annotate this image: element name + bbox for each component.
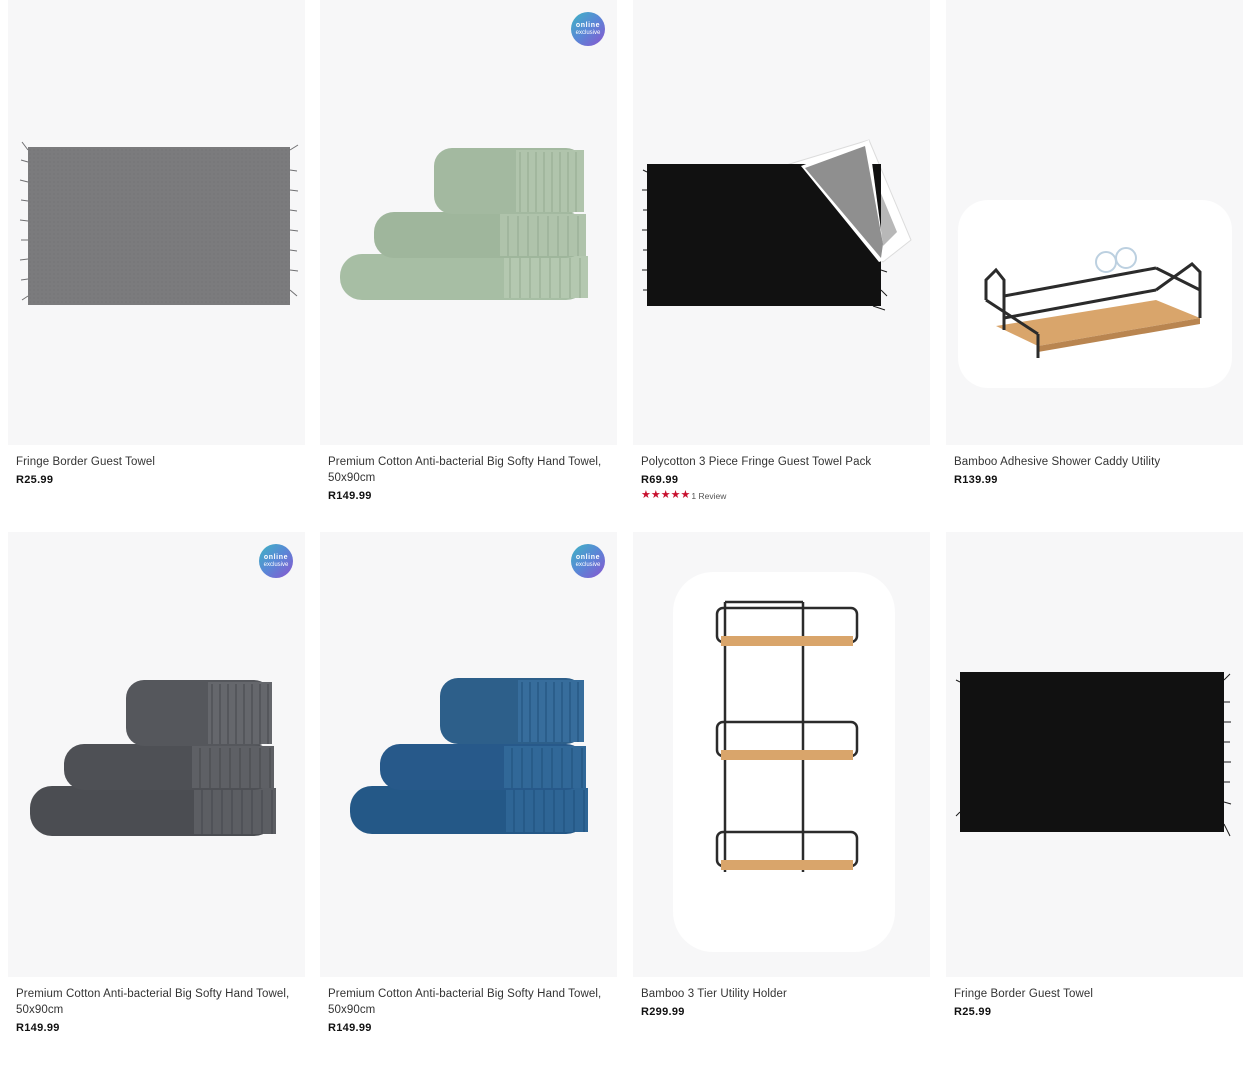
badge-line2: exclusive <box>575 562 601 568</box>
online-exclusive-badge: online exclusive <box>571 544 605 578</box>
product-image[interactable]: online exclusive <box>320 0 617 445</box>
product-card[interactable]: Fringe Border Guest Towel R25.99 <box>946 532 1243 1018</box>
product-card[interactable]: Polycotton 3 Piece Fringe Guest Towel Pa… <box>633 0 930 501</box>
product-price: R25.99 <box>954 1006 992 1018</box>
product-image[interactable] <box>946 532 1243 977</box>
product-title[interactable]: Premium Cotton Anti-bacterial Big Softy … <box>16 986 297 1018</box>
product-grid: Fringe Border Guest Towel R25.99 online … <box>0 0 1250 1065</box>
badge-line2: exclusive <box>263 562 289 568</box>
product-price: R299.99 <box>641 1006 685 1018</box>
badge-line1: online <box>575 554 601 561</box>
product-image[interactable] <box>8 0 305 445</box>
product-title[interactable]: Bamboo Adhesive Shower Caddy Utility <box>954 454 1235 470</box>
black-towel-pack-image <box>642 139 912 311</box>
product-title[interactable]: Polycotton 3 Piece Fringe Guest Towel Pa… <box>641 454 922 470</box>
black-fringe-towel-image <box>955 672 1232 837</box>
product-price: R139.99 <box>954 474 998 486</box>
product-card[interactable]: Fringe Border Guest Towel R25.99 <box>8 0 305 486</box>
online-exclusive-badge: online exclusive <box>259 544 293 578</box>
product-card[interactable]: Bamboo Adhesive Shower Caddy Utility R13… <box>946 0 1243 486</box>
product-price: R149.99 <box>16 1022 60 1034</box>
star-icon: ★ <box>641 489 651 501</box>
rating[interactable]: ★ ★ ★ ★ ★ 1 Review <box>641 490 922 501</box>
badge-line1: online <box>575 22 601 29</box>
blue-towel-stack-image <box>350 678 588 834</box>
product-card[interactable]: online exclusive Premium Cotton Anti-bac… <box>8 532 305 1034</box>
star-icon: ★ <box>680 489 691 501</box>
product-image[interactable]: online exclusive <box>8 532 305 977</box>
product-title[interactable]: Fringe Border Guest Towel <box>954 986 1235 1002</box>
product-card[interactable]: Bamboo 3 Tier Utility Holder R299.99 <box>633 532 930 1018</box>
green-towel-stack-image <box>340 148 588 300</box>
online-exclusive-badge: online exclusive <box>571 12 605 46</box>
product-title[interactable]: Premium Cotton Anti-bacterial Big Softy … <box>328 986 609 1018</box>
review-count[interactable]: 1 Review <box>691 491 726 501</box>
product-image[interactable] <box>633 0 930 445</box>
star-icon: ★ <box>650 489 661 501</box>
badge-line1: online <box>263 554 289 561</box>
product-title[interactable]: Premium Cotton Anti-bacterial Big Softy … <box>328 454 609 486</box>
bamboo-3-tier-holder-image <box>673 572 895 952</box>
star-icon: ★ <box>670 489 681 501</box>
product-image[interactable]: online exclusive <box>320 532 617 977</box>
product-image[interactable] <box>633 532 930 977</box>
product-card[interactable]: online exclusive Premium Cotton Anti-bac… <box>320 532 617 1034</box>
product-price: R149.99 <box>328 1022 372 1034</box>
star-icon: ★ <box>660 489 671 501</box>
product-image[interactable] <box>946 0 1243 445</box>
product-price: R149.99 <box>328 490 372 502</box>
product-price: R25.99 <box>16 474 54 486</box>
grey-fringe-towel-image <box>19 141 299 305</box>
grey-towel-stack-image <box>30 680 276 836</box>
product-title[interactable]: Fringe Border Guest Towel <box>16 454 297 470</box>
product-price: R69.99 <box>641 474 679 486</box>
product-card[interactable]: online exclusive Premium Cotton Anti-bac… <box>320 0 617 502</box>
badge-line2: exclusive <box>575 30 601 36</box>
product-title[interactable]: Bamboo 3 Tier Utility Holder <box>641 986 922 1002</box>
bamboo-shower-caddy-image <box>958 200 1232 388</box>
